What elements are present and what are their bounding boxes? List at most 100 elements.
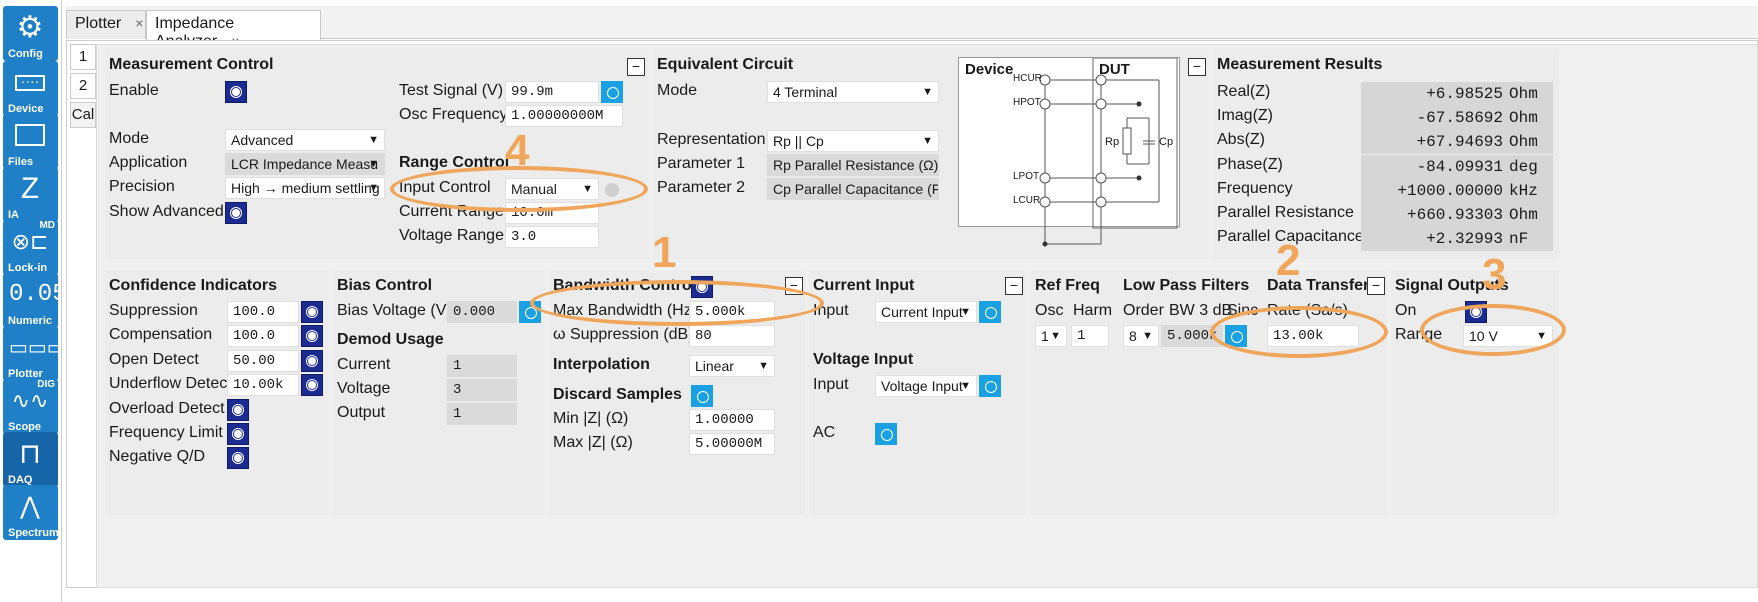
order-select[interactable]: 8 ▼: [1123, 325, 1159, 347]
enable-checkbox[interactable]: [225, 81, 247, 103]
application-select[interactable]: LCR Impedance Measu ▼: [225, 153, 385, 175]
sidebar-item-scope[interactable]: DIG ∿∿ Scope: [3, 379, 58, 434]
ac-toggle[interactable]: [875, 423, 897, 445]
confidence-checkbox[interactable]: [301, 349, 323, 372]
confidence-checkbox[interactable]: [301, 301, 323, 323]
chevron-down-icon: ▼: [922, 86, 933, 98]
annotation-number-4: 4: [505, 126, 530, 175]
sidebar-item-config[interactable]: ⚙ Config: [3, 6, 58, 61]
discard-samples-toggle[interactable]: [691, 385, 713, 407]
close-icon[interactable]: ×: [135, 15, 143, 31]
sidebar-item-device[interactable]: ···· Device: [3, 61, 58, 116]
result-number: -84.09931: [1416, 157, 1503, 176]
confidence-value-field[interactable]: 10.00k: [227, 374, 299, 397]
sidebar-item-daq[interactable]: ⊓ DAQ: [3, 432, 58, 487]
precision-select[interactable]: High → medium settling ▼: [225, 177, 385, 199]
result-unit: kHz: [1509, 181, 1538, 200]
result-unit: nF: [1509, 230, 1529, 249]
sidebar-item-numeric[interactable]: 0.058Numeric: [3, 273, 58, 328]
harm-field[interactable]: 1: [1071, 325, 1109, 347]
confidence-value-field[interactable]: 100.0: [227, 301, 299, 323]
confidence-value-field[interactable]: 50.00: [227, 349, 299, 372]
sidebar-item-plotter[interactable]: ▭▭▭ Plotter: [3, 326, 58, 381]
device-icon: ····: [9, 67, 51, 99]
panel-title: Measurement Control: [109, 56, 274, 73]
tab-impedance-analyzer[interactable]: Impedance Analyzer×: [146, 10, 321, 50]
result-number: +1000.00000: [1397, 181, 1503, 200]
current-demod-field: 1: [447, 355, 517, 377]
confidence-label: Frequency Limit: [109, 424, 223, 441]
annotation-ellipse-1: [530, 280, 824, 326]
current-input-select[interactable]: Current Input ▼: [875, 301, 977, 323]
scope-icon: ∿∿: [11, 388, 49, 413]
sidebar-item-files[interactable]: Files: [3, 114, 58, 169]
minimize-button[interactable]: −: [1005, 277, 1023, 295]
circuit-mode-select[interactable]: 4 Terminal ▼: [767, 81, 939, 103]
confidence-label: Compensation: [109, 326, 213, 344]
panel-title: Bias Control: [337, 277, 433, 294]
tab-plotter[interactable]: Plotter ×: [66, 10, 146, 39]
minimize-button[interactable]: −: [627, 58, 645, 76]
voltage-input-toggle[interactable]: [979, 375, 1001, 397]
sidebar-item-spectrum[interactable]: ⋀ Spectrum: [3, 485, 58, 540]
osc-frequency-field[interactable]: 1.00000000M: [505, 105, 623, 127]
test-signal-toggle[interactable]: [601, 81, 623, 103]
result-number: +6.98525: [1426, 85, 1503, 103]
interpolation-select[interactable]: Linear ▼: [689, 355, 775, 377]
confidence-checkbox[interactable]: [227, 398, 249, 421]
gear-icon: ⚙: [16, 11, 44, 44]
tab-2[interactable]: 2: [70, 73, 96, 99]
result-value: -67.58692 Ohm: [1361, 106, 1553, 131]
confidence-indicators-panel: Confidence Indicators Suppression 100.0 Co…: [105, 271, 329, 515]
tab-1[interactable]: 1: [70, 44, 96, 70]
confidence-value-field[interactable]: 100.0: [227, 325, 299, 348]
circuit-diagram: Device DUT HCUR HPOT LPOT LCUR Rp Cp: [958, 57, 1180, 247]
tab-bar: Plotter× Impedance Analyzer×: [66, 6, 1758, 50]
confidence-checkbox[interactable]: [227, 447, 249, 470]
min-z-field[interactable]: 1.00000: [689, 409, 775, 431]
confidence-checkbox[interactable]: [301, 325, 323, 348]
result-label: Frequency: [1217, 179, 1293, 197]
confidence-label: Overload Detect: [109, 399, 225, 417]
confidence-label: Suppression: [109, 302, 198, 319]
measurement-control-panel: Measurement Control − Enable Test Signal…: [105, 49, 649, 259]
voltage-range-field[interactable]: 3.0: [505, 226, 599, 248]
result-value: +67.94693 Ohm: [1361, 130, 1553, 155]
result-value: -84.09931 deg: [1361, 154, 1553, 179]
bias-voltage-field[interactable]: 0.000: [447, 301, 517, 323]
max-z-field[interactable]: 5.00000M: [689, 433, 775, 455]
chevron-down-icon: ▼: [960, 306, 971, 318]
minimize-button[interactable]: −: [1188, 58, 1206, 76]
current-input-toggle[interactable]: [979, 301, 1001, 323]
panel-title: Equivalent Circuit: [657, 56, 794, 73]
voltage-input-select[interactable]: Voltage Input ▼: [875, 375, 977, 397]
result-value: +2.32993 nF: [1361, 227, 1553, 252]
minimize-button[interactable]: −: [1367, 277, 1385, 295]
representation-select[interactable]: Rp || Cp ▼: [767, 130, 939, 152]
result-label: Parallel Resistance: [1217, 204, 1354, 221]
confidence-checkbox[interactable]: [227, 423, 249, 445]
result-unit: Ohm: [1509, 85, 1538, 103]
parameter-2-field: Cp Parallel Capacitance (F): [767, 178, 939, 200]
sidebar-item-ia[interactable]: Z IA: [3, 167, 58, 222]
chevron-down-icon: ▼: [922, 135, 933, 147]
osc-select[interactable]: 1 ▼: [1035, 325, 1067, 347]
panel-title: Current Input: [813, 277, 915, 294]
panel-title: Confidence Indicators: [109, 277, 278, 294]
result-label: Abs(Z): [1217, 131, 1265, 149]
result-unit: Ohm: [1509, 109, 1538, 128]
chevron-down-icon: ▼: [368, 182, 379, 194]
confidence-checkbox[interactable]: [301, 374, 323, 397]
show-advanced-checkbox[interactable]: [225, 202, 247, 224]
panel-title: Measurement Results: [1217, 56, 1383, 73]
omega-suppression-field[interactable]: 80: [689, 325, 775, 347]
bias-control-panel: Bias Control Bias Voltage (V) 0.000 Demo…: [333, 271, 545, 515]
test-signal-field[interactable]: 99.9m: [505, 81, 599, 103]
result-label: Real(Z): [1217, 83, 1271, 100]
annotation-number-1: 1: [652, 228, 677, 277]
sidebar-item-lockin[interactable]: MD ⊗⊏ Lock-in: [3, 220, 58, 275]
mode-select[interactable]: Advanced ▼: [225, 129, 385, 151]
tab-cal[interactable]: Cal: [70, 102, 96, 128]
result-unit: Ohm: [1509, 206, 1538, 224]
result-number: +2.32993: [1426, 230, 1503, 249]
